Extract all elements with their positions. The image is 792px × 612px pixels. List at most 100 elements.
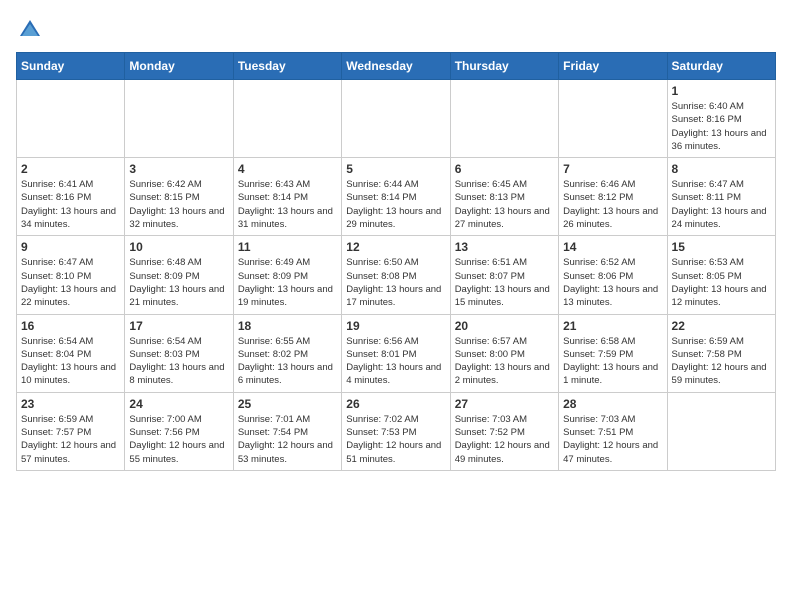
day-info: Sunrise: 6:54 AM Sunset: 8:04 PM Dayligh… (21, 335, 120, 388)
calendar-cell (17, 80, 125, 158)
day-number: 4 (238, 162, 337, 176)
day-info: Sunrise: 6:45 AM Sunset: 8:13 PM Dayligh… (455, 178, 554, 231)
day-info: Sunrise: 6:58 AM Sunset: 7:59 PM Dayligh… (563, 335, 662, 388)
day-number: 12 (346, 240, 445, 254)
day-number: 2 (21, 162, 120, 176)
day-of-week-header: Wednesday (342, 53, 450, 80)
day-number: 11 (238, 240, 337, 254)
day-info: Sunrise: 6:41 AM Sunset: 8:16 PM Dayligh… (21, 178, 120, 231)
calendar-cell: 18Sunrise: 6:55 AM Sunset: 8:02 PM Dayli… (233, 314, 341, 392)
calendar-week-row: 16 Sunrise: 6:54 AM Sunset: 8:04 PM Dayli… (17, 314, 776, 392)
calendar-cell (559, 80, 667, 158)
day-number: 15 (672, 240, 771, 254)
calendar-cell: 25 Sunrise: 7:01 AM Sunset: 7:54 PM Dayli… (233, 392, 341, 470)
day-number: 21 (563, 319, 662, 333)
day-info: Sunrise: 6:44 AM Sunset: 8:14 PM Dayligh… (346, 178, 445, 231)
day-number: 25 (238, 397, 337, 411)
day-number: 3 (129, 162, 228, 176)
calendar-week-row: 2 Sunrise: 6:41 AM Sunset: 8:16 PM Daylig… (17, 158, 776, 236)
day-of-week-header: Monday (125, 53, 233, 80)
day-number: 13 (455, 240, 554, 254)
calendar-cell (125, 80, 233, 158)
day-info: Sunrise: 6:59 AM Sunset: 7:57 PM Dayligh… (21, 413, 120, 466)
calendar-cell: 1 Sunrise: 6:40 AM Sunset: 8:16 PM Daylig… (667, 80, 775, 158)
calendar-cell: 11 Sunrise: 6:49 AM Sunset: 8:09 PM Dayli… (233, 236, 341, 314)
day-number: 10 (129, 240, 228, 254)
calendar-cell (342, 80, 450, 158)
calendar-cell: 3 Sunrise: 6:42 AM Sunset: 8:15 PM Daylig… (125, 158, 233, 236)
day-info: Sunrise: 6:54 AM Sunset: 8:03 PM Dayligh… (129, 335, 228, 388)
day-info: Sunrise: 7:03 AM Sunset: 7:52 PM Dayligh… (455, 413, 554, 466)
day-number: 28 (563, 397, 662, 411)
day-number: 22 (672, 319, 771, 333)
calendar-week-row: 23 Sunrise: 6:59 AM Sunset: 7:57 PM Dayli… (17, 392, 776, 470)
day-info: Sunrise: 6:48 AM Sunset: 8:09 PM Dayligh… (129, 256, 228, 309)
calendar-cell (667, 392, 775, 470)
calendar-cell: 14 Sunrise: 6:52 AM Sunset: 8:06 PM Dayli… (559, 236, 667, 314)
calendar-header-row: SundayMondayTuesdayWednesdayThursdayFrid… (17, 53, 776, 80)
day-number: 17 (129, 319, 228, 333)
day-info: Sunrise: 6:42 AM Sunset: 8:15 PM Dayligh… (129, 178, 228, 231)
calendar-cell: 12 Sunrise: 6:50 AM Sunset: 8:08 PM Dayli… (342, 236, 450, 314)
calendar-cell: 15 Sunrise: 6:53 AM Sunset: 8:05 PM Dayli… (667, 236, 775, 314)
logo (16, 16, 48, 44)
day-number: 18 (238, 319, 337, 333)
day-of-week-header: Saturday (667, 53, 775, 80)
page-header (16, 16, 776, 44)
day-of-week-header: Sunday (17, 53, 125, 80)
calendar-cell: 5 Sunrise: 6:44 AM Sunset: 8:14 PM Daylig… (342, 158, 450, 236)
day-number: 7 (563, 162, 662, 176)
day-number: 24 (129, 397, 228, 411)
day-info: Sunrise: 7:01 AM Sunset: 7:54 PM Dayligh… (238, 413, 337, 466)
day-number: 19 (346, 319, 445, 333)
day-info: Sunrise: 6:50 AM Sunset: 8:08 PM Dayligh… (346, 256, 445, 309)
day-number: 14 (563, 240, 662, 254)
calendar-cell: 13Sunrise: 6:51 AM Sunset: 8:07 PM Dayli… (450, 236, 558, 314)
day-info: Sunrise: 6:40 AM Sunset: 8:16 PM Dayligh… (672, 100, 771, 153)
calendar-week-row: 9Sunrise: 6:47 AM Sunset: 8:10 PM Daylig… (17, 236, 776, 314)
day-number: 20 (455, 319, 554, 333)
calendar-cell: 26 Sunrise: 7:02 AM Sunset: 7:53 PM Dayli… (342, 392, 450, 470)
day-info: Sunrise: 7:02 AM Sunset: 7:53 PM Dayligh… (346, 413, 445, 466)
day-number: 6 (455, 162, 554, 176)
day-number: 23 (21, 397, 120, 411)
day-info: Sunrise: 6:57 AM Sunset: 8:00 PM Dayligh… (455, 335, 554, 388)
day-number: 1 (672, 84, 771, 98)
calendar-cell: 8 Sunrise: 6:47 AM Sunset: 8:11 PM Daylig… (667, 158, 775, 236)
calendar-cell: 2 Sunrise: 6:41 AM Sunset: 8:16 PM Daylig… (17, 158, 125, 236)
calendar-cell: 24 Sunrise: 7:00 AM Sunset: 7:56 PM Dayli… (125, 392, 233, 470)
calendar-cell: 17 Sunrise: 6:54 AM Sunset: 8:03 PM Dayli… (125, 314, 233, 392)
day-number: 8 (672, 162, 771, 176)
day-of-week-header: Thursday (450, 53, 558, 80)
day-number: 16 (21, 319, 120, 333)
calendar-cell: 10 Sunrise: 6:48 AM Sunset: 8:09 PM Dayli… (125, 236, 233, 314)
calendar-cell: 21 Sunrise: 6:58 AM Sunset: 7:59 PM Dayli… (559, 314, 667, 392)
calendar-cell: 28 Sunrise: 7:03 AM Sunset: 7:51 PM Dayli… (559, 392, 667, 470)
calendar-cell: 16 Sunrise: 6:54 AM Sunset: 8:04 PM Dayli… (17, 314, 125, 392)
day-info: Sunrise: 6:43 AM Sunset: 8:14 PM Dayligh… (238, 178, 337, 231)
day-info: Sunrise: 6:47 AM Sunset: 8:11 PM Dayligh… (672, 178, 771, 231)
day-info: Sunrise: 6:46 AM Sunset: 8:12 PM Dayligh… (563, 178, 662, 231)
day-info: Sunrise: 6:49 AM Sunset: 8:09 PM Dayligh… (238, 256, 337, 309)
calendar-week-row: 1 Sunrise: 6:40 AM Sunset: 8:16 PM Daylig… (17, 80, 776, 158)
calendar-cell: 19 Sunrise: 6:56 AM Sunset: 8:01 PM Dayli… (342, 314, 450, 392)
day-info: Sunrise: 7:03 AM Sunset: 7:51 PM Dayligh… (563, 413, 662, 466)
day-number: 5 (346, 162, 445, 176)
logo-icon (16, 16, 44, 44)
calendar-cell: 6 Sunrise: 6:45 AM Sunset: 8:13 PM Daylig… (450, 158, 558, 236)
day-of-week-header: Friday (559, 53, 667, 80)
calendar-cell (450, 80, 558, 158)
calendar-cell: 9Sunrise: 6:47 AM Sunset: 8:10 PM Daylig… (17, 236, 125, 314)
calendar-cell: 22 Sunrise: 6:59 AM Sunset: 7:58 PM Dayli… (667, 314, 775, 392)
day-info: Sunrise: 6:47 AM Sunset: 8:10 PM Dayligh… (21, 256, 120, 309)
day-info: Sunrise: 6:53 AM Sunset: 8:05 PM Dayligh… (672, 256, 771, 309)
calendar-table: SundayMondayTuesdayWednesdayThursdayFrid… (16, 52, 776, 471)
day-number: 26 (346, 397, 445, 411)
day-info: Sunrise: 6:52 AM Sunset: 8:06 PM Dayligh… (563, 256, 662, 309)
day-number: 27 (455, 397, 554, 411)
calendar-cell: 4 Sunrise: 6:43 AM Sunset: 8:14 PM Daylig… (233, 158, 341, 236)
day-info: Sunrise: 7:00 AM Sunset: 7:56 PM Dayligh… (129, 413, 228, 466)
day-info: Sunrise: 6:56 AM Sunset: 8:01 PM Dayligh… (346, 335, 445, 388)
calendar-cell: 7 Sunrise: 6:46 AM Sunset: 8:12 PM Daylig… (559, 158, 667, 236)
day-info: Sunrise: 6:59 AM Sunset: 7:58 PM Dayligh… (672, 335, 771, 388)
